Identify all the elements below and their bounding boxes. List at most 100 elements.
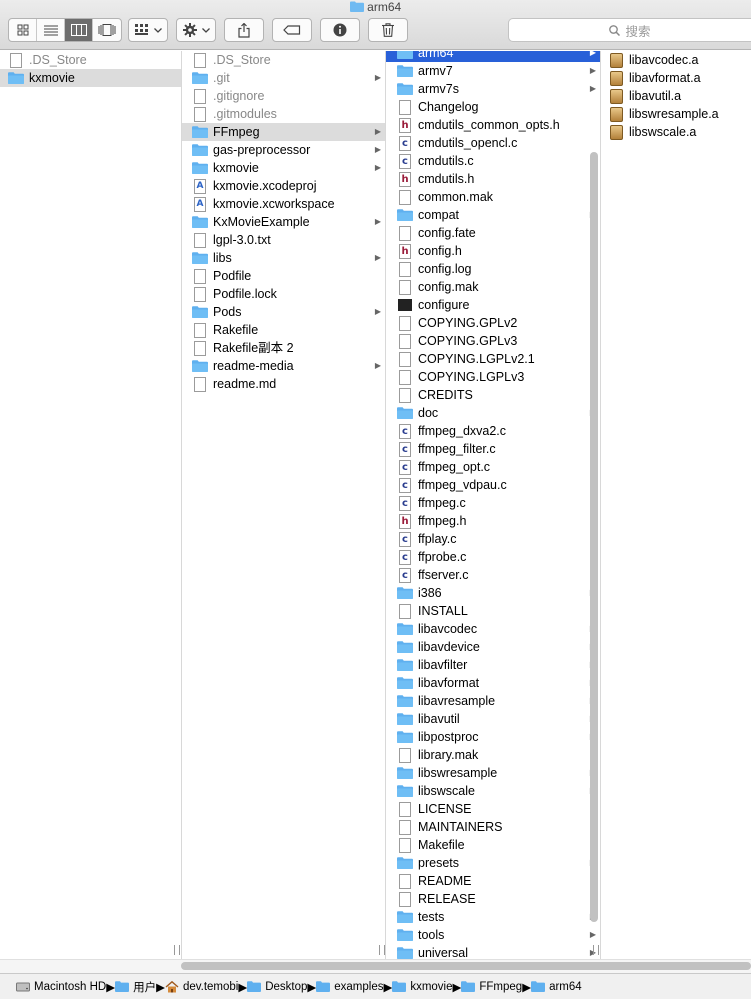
file-row[interactable]: libavresample▶ xyxy=(397,692,600,710)
file-row[interactable]: h config.h xyxy=(397,242,600,260)
file-row[interactable]: libswresample.a xyxy=(608,105,751,123)
file-row[interactable]: libavcodec.a xyxy=(608,51,751,69)
file-row[interactable]: c ffmpeg_opt.c xyxy=(397,458,600,476)
file-row[interactable]: libavfilter▶ xyxy=(397,656,600,674)
column-resize-handle[interactable] xyxy=(174,945,180,955)
file-row[interactable]: Makefile xyxy=(397,836,600,854)
file-row[interactable]: arm64 ▶ xyxy=(386,51,600,62)
file-row[interactable]: COPYING.LGPLv3 xyxy=(397,368,600,386)
file-row[interactable]: tools ▶ xyxy=(397,926,600,944)
file-row[interactable]: library.mak xyxy=(397,746,600,764)
file-row[interactable]: COPYING.GPLv3 xyxy=(397,332,600,350)
file-row[interactable]: config.log xyxy=(397,260,600,278)
file-row[interactable]: libavcodec▶ xyxy=(397,620,600,638)
path-crumb[interactable]: 用户 xyxy=(115,979,156,995)
path-crumb[interactable]: arm64 xyxy=(531,981,582,993)
vertical-scrollbar[interactable] xyxy=(590,152,598,922)
file-row[interactable]: gas-preprocessor ▶ xyxy=(192,141,385,159)
file-row[interactable]: COPYING.GPLv2 xyxy=(397,314,600,332)
file-row[interactable]: libavformat.a xyxy=(608,69,751,87)
file-row[interactable]: config.mak xyxy=(397,278,600,296)
file-row[interactable]: common.mak xyxy=(397,188,600,206)
file-row[interactable]: armv7 ▶ xyxy=(397,62,600,80)
column-resize-handle[interactable] xyxy=(379,945,385,955)
file-row[interactable]: compat▶ xyxy=(397,206,600,224)
file-row[interactable]: CREDITS xyxy=(397,386,600,404)
horizontal-scrollbar[interactable] xyxy=(181,962,751,970)
file-row[interactable]: c ffmpeg.c xyxy=(397,494,600,512)
file-row[interactable]: c cmdutils.c xyxy=(397,152,600,170)
cover-flow-button[interactable] xyxy=(93,19,121,41)
path-crumb[interactable]: kxmovie xyxy=(392,981,453,993)
file-row[interactable]: doc▶ xyxy=(397,404,600,422)
file-row[interactable]: .git ▶ xyxy=(192,69,385,87)
file-row[interactable]: .DS_Store xyxy=(8,51,181,69)
file-row[interactable]: kxmovie ▶ xyxy=(192,159,385,177)
file-row[interactable]: c ffmpeg_dxva2.c xyxy=(397,422,600,440)
file-row[interactable]: Akxmovie.xcodeproj xyxy=(192,177,385,195)
file-row[interactable]: RELEASE xyxy=(397,890,600,908)
file-row[interactable]: readme.md xyxy=(192,375,385,393)
file-row[interactable]: c ffmpeg_vdpau.c xyxy=(397,476,600,494)
file-row[interactable]: Podfile.lock xyxy=(192,285,385,303)
file-row[interactable]: libs ▶ xyxy=(192,249,385,267)
file-row[interactable]: FFmpeg ▶ xyxy=(182,123,385,141)
file-row[interactable]: kxmovie xyxy=(0,69,181,87)
file-row[interactable]: INSTALL xyxy=(397,602,600,620)
file-row[interactable]: README xyxy=(397,872,600,890)
share-button[interactable] xyxy=(224,18,264,42)
icon-view-button[interactable] xyxy=(9,19,37,41)
path-crumb[interactable]: Macintosh HD xyxy=(16,981,106,993)
file-row[interactable]: Rakefile xyxy=(192,321,385,339)
file-row[interactable]: readme-media ▶ xyxy=(192,357,385,375)
file-row[interactable]: c ffplay.c xyxy=(397,530,600,548)
file-row[interactable]: h cmdutils_common_opts.h xyxy=(397,116,600,134)
file-row[interactable]: configure xyxy=(397,296,600,314)
file-row[interactable]: libavutil.a xyxy=(608,87,751,105)
file-row[interactable]: LICENSE xyxy=(397,800,600,818)
file-row[interactable]: lgpl-3.0.txt xyxy=(192,231,385,249)
column-resize-handle[interactable] xyxy=(593,945,599,955)
file-row[interactable]: libpostproc▶ xyxy=(397,728,600,746)
file-row[interactable]: libswscale▶ xyxy=(397,782,600,800)
tags-button[interactable] xyxy=(272,18,312,42)
path-crumb[interactable]: dev.temobi xyxy=(165,980,238,993)
file-row[interactable]: Akxmovie.xcworkspace xyxy=(192,195,385,213)
info-button[interactable] xyxy=(320,18,360,42)
file-row[interactable]: libswresample▶ xyxy=(397,764,600,782)
file-row[interactable]: libavutil▶ xyxy=(397,710,600,728)
file-row[interactable]: Podfile xyxy=(192,267,385,285)
file-row[interactable]: Rakefile副本 2 xyxy=(192,339,385,357)
file-row[interactable]: .DS_Store xyxy=(192,51,385,69)
file-row[interactable]: c ffmpeg_filter.c xyxy=(397,440,600,458)
file-row[interactable]: Changelog xyxy=(397,98,600,116)
column-view-button[interactable] xyxy=(65,19,93,41)
file-row[interactable]: .gitignore xyxy=(192,87,385,105)
file-row[interactable]: libavformat▶ xyxy=(397,674,600,692)
action-button[interactable] xyxy=(176,18,216,42)
file-row[interactable]: MAINTAINERS xyxy=(397,818,600,836)
file-row[interactable]: c cmdutils_opencl.c xyxy=(397,134,600,152)
file-row[interactable]: tests▶ xyxy=(397,908,600,926)
file-row[interactable]: c ffprobe.c xyxy=(397,548,600,566)
file-row[interactable]: libavdevice▶ xyxy=(397,638,600,656)
trash-button[interactable] xyxy=(368,18,408,42)
file-row[interactable]: h cmdutils.h xyxy=(397,170,600,188)
file-row[interactable]: .gitmodules xyxy=(192,105,385,123)
file-row[interactable]: Pods ▶ xyxy=(192,303,385,321)
search-field[interactable]: 搜索 xyxy=(508,18,751,42)
file-row[interactable]: config.fate xyxy=(397,224,600,242)
file-row[interactable]: armv7s ▶ xyxy=(397,80,600,98)
file-row[interactable]: c ffserver.c xyxy=(397,566,600,584)
path-crumb[interactable]: FFmpeg xyxy=(461,981,522,993)
list-view-button[interactable] xyxy=(37,19,65,41)
file-row[interactable]: KxMovieExample ▶ xyxy=(192,213,385,231)
arrange-button[interactable] xyxy=(128,18,168,42)
file-row[interactable]: COPYING.LGPLv2.1 xyxy=(397,350,600,368)
file-row[interactable]: universal ▶ xyxy=(397,944,600,959)
file-row[interactable]: presets▶ xyxy=(397,854,600,872)
path-crumb[interactable]: Desktop xyxy=(247,981,307,993)
file-row[interactable]: i386▶ xyxy=(397,584,600,602)
file-row[interactable]: h ffmpeg.h xyxy=(397,512,600,530)
path-crumb[interactable]: examples xyxy=(316,981,383,993)
